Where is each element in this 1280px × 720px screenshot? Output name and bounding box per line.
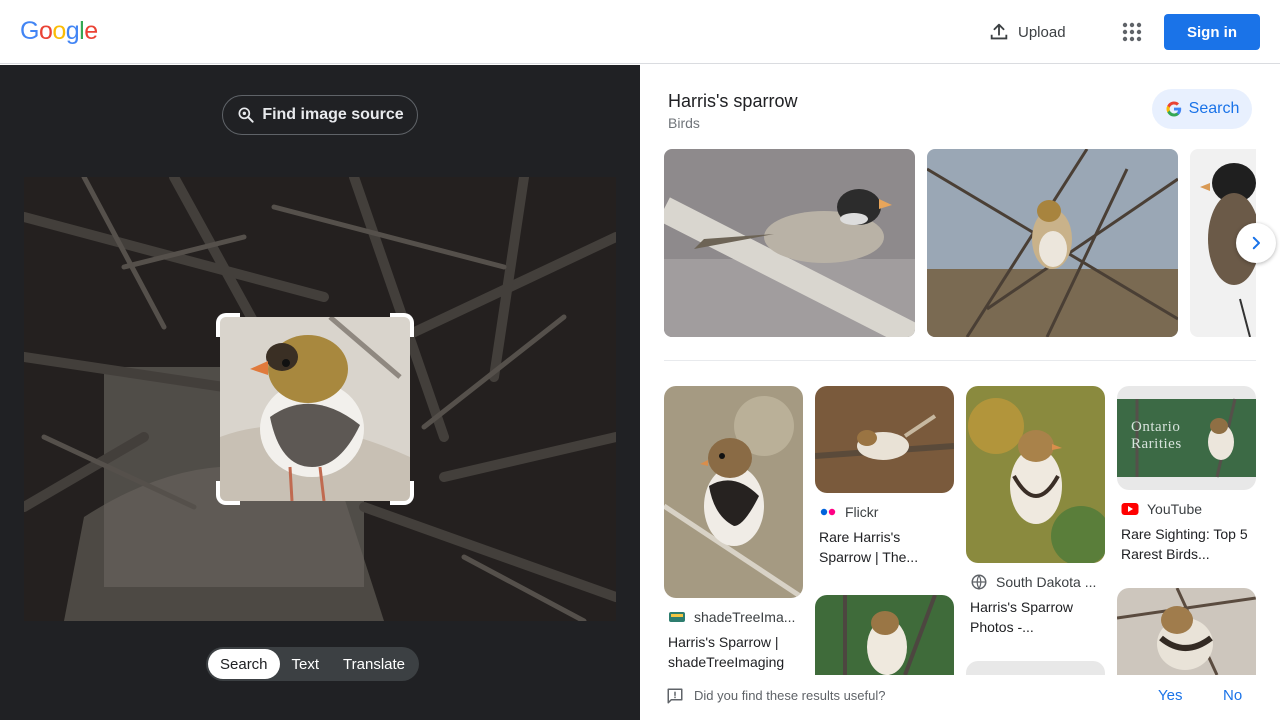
find-image-source-button[interactable]: Find image source <box>222 95 418 135</box>
result-card[interactable] <box>966 661 1105 675</box>
result-source-name: YouTube <box>1147 501 1203 517</box>
entity-subtitle: Birds <box>668 115 700 131</box>
result-thumbnail <box>966 386 1105 563</box>
result-source-name: Flickr <box>845 504 879 520</box>
google-g-icon <box>1166 101 1181 117</box>
section-divider <box>664 360 1256 361</box>
result-source: South Dakota ... <box>966 573 1105 591</box>
crop-handle-top-right[interactable] <box>390 313 414 337</box>
results-pane: Harris's sparrow Birds Search shadeTreeI… <box>640 65 1280 720</box>
globe-icon <box>971 574 987 590</box>
thumbnail-overlay-text: Ontario Rarities <box>1131 419 1182 453</box>
result-title: Harris's Sparrow | shadeTreeImaging <box>668 634 785 670</box>
result-thumbnail <box>664 386 803 598</box>
result-card[interactable]: Flickr Rare Harris's Sparrow | The... <box>815 386 954 567</box>
result-source: shadeTreeIma... <box>664 608 803 626</box>
logo-letter: o <box>52 17 66 45</box>
result-source: Flickr <box>815 503 954 521</box>
result-card[interactable]: shadeTreeIma... Harris's Sparrow | shade… <box>664 386 803 672</box>
result-source-name: shadeTreeIma... <box>694 609 796 625</box>
entity-title[interactable]: Harris's sparrow <box>668 91 797 112</box>
upload-button[interactable]: Upload <box>988 18 1066 46</box>
query-photo <box>24 177 616 621</box>
lens-mode-tabs: Search Text Translate <box>206 647 420 681</box>
result-title: Rare Harris's Sparrow | The... <box>819 529 919 565</box>
result-source: YouTube <box>1117 500 1256 518</box>
chevron-right-icon <box>1252 236 1260 250</box>
result-card[interactable] <box>815 595 954 675</box>
logo-letter: e <box>84 17 98 45</box>
entity-image[interactable] <box>927 149 1178 337</box>
google-logo[interactable]: Google <box>20 17 98 46</box>
result-thumbnail <box>815 386 954 493</box>
top-header: Google Upload Sign in <box>0 0 1280 64</box>
find-image-source-label: Find image source <box>262 106 404 123</box>
overlay-line: Rarities <box>1131 436 1182 452</box>
logo-letter: G <box>20 17 39 45</box>
entity-search-label: Search <box>1188 100 1240 117</box>
image-query-pane: Find image source Search Text Translate <box>0 65 640 720</box>
result-card[interactable]: Ontario Rarities YouTube Rare Sighting: … <box>1117 386 1256 564</box>
result-source-name: South Dakota ... <box>996 574 1097 590</box>
crop-handle-bottom-right[interactable] <box>390 481 414 505</box>
result-thumbnail <box>966 661 1105 675</box>
upload-label: Upload <box>1018 23 1066 41</box>
next-arrow-button[interactable] <box>1236 223 1276 263</box>
upload-icon <box>990 23 1008 40</box>
feedback-no-button[interactable]: No <box>1223 687 1242 704</box>
result-thumbnail: Ontario Rarities <box>1117 386 1256 490</box>
result-title: Rare Sighting: Top 5 Rarest Birds... <box>1121 526 1248 562</box>
result-title: Harris's Sparrow Photos -... <box>970 599 1074 635</box>
result-thumbnail <box>815 595 954 675</box>
crop-handle-bottom-left[interactable] <box>216 481 240 505</box>
tab-translate[interactable]: Translate <box>331 649 417 679</box>
feedback-bar: Did you find these results useful? Yes N… <box>640 675 1280 720</box>
crop-handle-top-left[interactable] <box>216 313 240 337</box>
result-thumbnail <box>1117 588 1256 675</box>
tab-search[interactable]: Search <box>208 649 280 679</box>
overlay-line: Ontario <box>1131 419 1181 435</box>
feedback-yes-button[interactable]: Yes <box>1158 687 1182 704</box>
lens-search-icon <box>238 107 254 123</box>
entity-search-button[interactable]: Search <box>1152 89 1252 129</box>
selected-bird-region <box>220 317 410 501</box>
site-favicon-icon <box>669 612 685 622</box>
entity-image[interactable] <box>664 149 915 337</box>
youtube-icon <box>1121 503 1139 515</box>
logo-letter: g <box>65 17 80 45</box>
result-card[interactable] <box>1117 588 1256 675</box>
tab-text[interactable]: Text <box>280 649 332 679</box>
logo-letter: o <box>38 17 53 45</box>
feedback-question: Did you find these results useful? <box>694 688 886 703</box>
sign-in-button[interactable]: Sign in <box>1164 14 1260 50</box>
flickr-icon <box>820 508 836 516</box>
apps-grid-icon[interactable] <box>1120 20 1144 44</box>
result-card[interactable]: South Dakota ... Harris's Sparrow Photos… <box>966 386 1105 637</box>
feedback-icon <box>667 688 683 704</box>
selection-crop-box[interactable] <box>216 313 414 505</box>
